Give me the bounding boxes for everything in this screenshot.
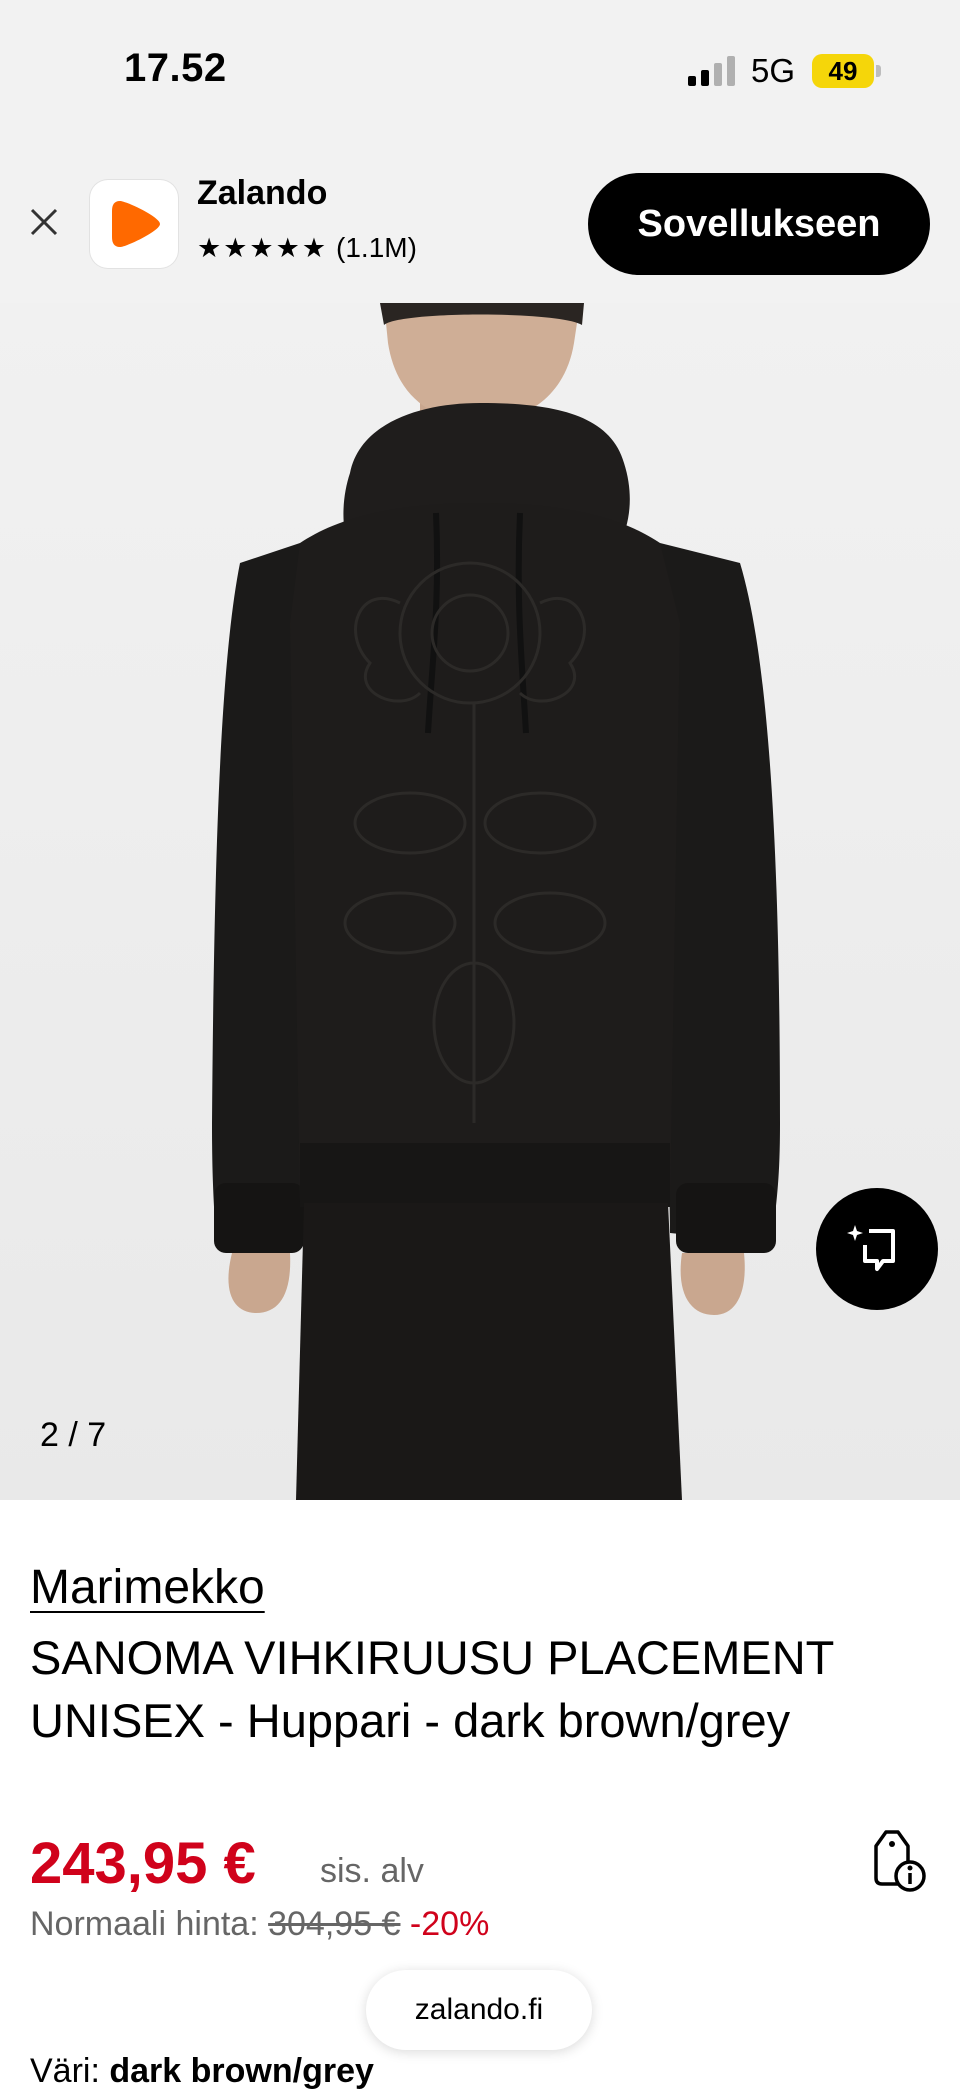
color-value: dark brown/grey bbox=[109, 2052, 374, 2090]
app-banner: Zalando ★★★★★ (1.1M) Sovellukseen bbox=[0, 150, 960, 303]
price-info-icon[interactable] bbox=[868, 1828, 928, 1894]
close-icon[interactable] bbox=[26, 204, 62, 240]
normal-price-label: Normaali hinta: bbox=[30, 1905, 259, 1943]
zalando-app-icon[interactable] bbox=[90, 180, 178, 268]
find-similar-button[interactable] bbox=[816, 1188, 938, 1310]
rating-count: (1.1M) bbox=[336, 232, 417, 263]
app-rating: ★★★★★ (1.1M) bbox=[197, 232, 417, 264]
battery-level: 49 bbox=[828, 56, 858, 86]
color-row: Väri: dark brown/grey bbox=[30, 2052, 374, 2091]
normal-price-row: Normaali hinta: 304,95 € -20% bbox=[30, 1905, 489, 1944]
signal-icon bbox=[688, 56, 735, 86]
original-price: 304,95 € bbox=[268, 1905, 401, 1943]
product-title: SANOMA VIHKIRUUSU PLACEMENT UNISEX - Hup… bbox=[30, 1631, 834, 1747]
open-app-button[interactable]: Sovellukseen bbox=[588, 173, 930, 275]
visual-search-icon bbox=[847, 1225, 895, 1271]
app-name: Zalando bbox=[197, 174, 328, 212]
color-label: Väri: bbox=[30, 2052, 100, 2090]
product-info: Marimekko SANOMA VIHKIRUUSU PLACEMENT UN… bbox=[0, 1500, 960, 2090]
image-counter: 2 / 7 bbox=[40, 1416, 107, 1454]
status-bar: 17.52 5G 49 bbox=[0, 0, 960, 150]
rating-stars: ★★★★★ bbox=[197, 232, 329, 263]
network-type: 5G bbox=[751, 52, 796, 89]
discount-badge: -20% bbox=[409, 1905, 490, 1943]
battery-icon: 49 bbox=[812, 54, 882, 88]
zalando-logo-icon bbox=[112, 201, 160, 247]
vat-note: sis. alv bbox=[320, 1852, 424, 1890]
url-bar[interactable]: zalando.fi bbox=[366, 1970, 592, 2050]
product-image-gallery[interactable]: 2 / 7 bbox=[0, 303, 960, 1500]
status-time: 17.52 bbox=[124, 46, 227, 90]
brand-link[interactable]: Marimekko bbox=[30, 1560, 265, 1615]
current-price: 243,95 € bbox=[30, 1831, 256, 1896]
product-photo bbox=[0, 303, 960, 1500]
